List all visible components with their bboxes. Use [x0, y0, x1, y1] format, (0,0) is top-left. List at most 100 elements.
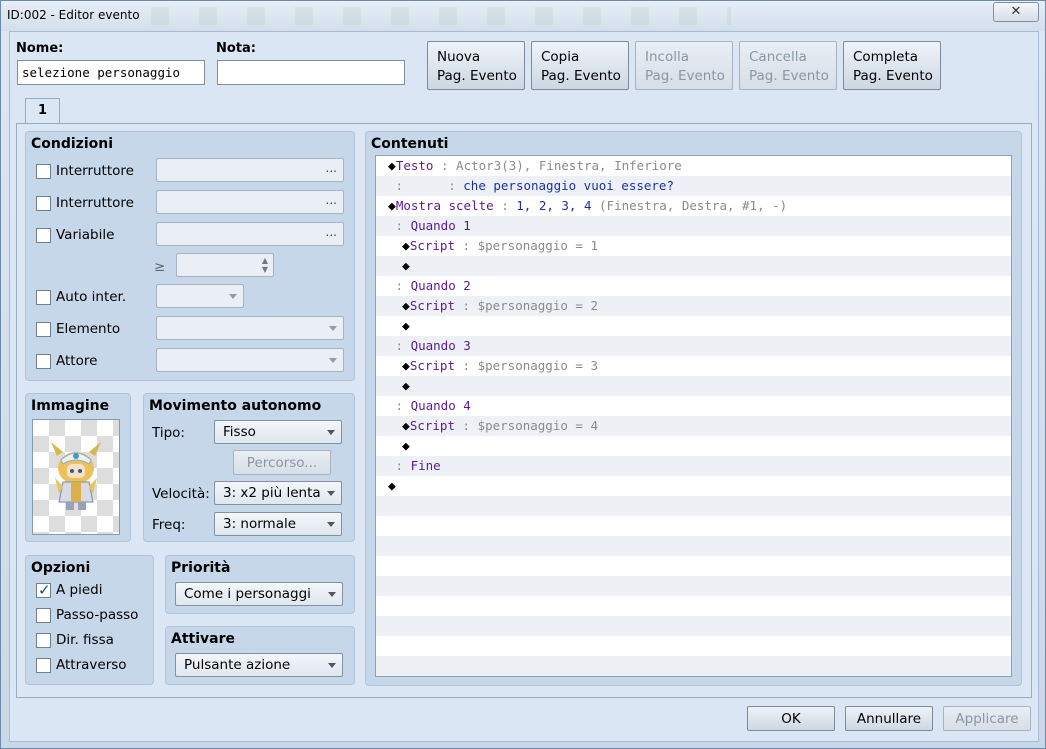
cancel-button[interactable]: Annullare: [845, 706, 933, 731]
switch2-checkbox[interactable]: [36, 196, 51, 211]
command-row[interactable]: ◆Script : $personaggio = 3: [376, 356, 1011, 376]
variable-selector[interactable]: ...: [156, 222, 344, 246]
conditions-group: Condizioni Interruttore ... Interruttore…: [25, 131, 355, 381]
frequency-dropdown[interactable]: 3: normale: [214, 512, 342, 536]
empty-row[interactable]: [376, 596, 1011, 616]
command-row[interactable]: : Fine: [376, 456, 1011, 476]
event-editor-window: ID:002 - Editor evento ✕ Nome: selezione…: [0, 0, 1046, 749]
contents-group: Contenuti ◆Testo : Actor3(3), Finestra, …: [365, 131, 1022, 686]
tab-page-1[interactable]: 1: [25, 98, 60, 124]
command-diamond-icon: ◆: [402, 259, 410, 274]
image-title: Immagine: [31, 398, 110, 414]
paste-page-button[interactable]: Incolla Pag. Evento: [635, 41, 733, 90]
actor-label: Attore: [56, 353, 98, 369]
command-row[interactable]: : Quando 1: [376, 216, 1011, 236]
empty-row[interactable]: [376, 516, 1011, 536]
name-field[interactable]: selezione personaggio: [17, 60, 205, 85]
command-row[interactable]: : Quando 3: [376, 336, 1011, 356]
switch1-selector[interactable]: ...: [156, 158, 344, 182]
command-diamond-icon: ◆: [402, 379, 410, 394]
clear-page-button[interactable]: Completa Pag. Evento: [843, 41, 941, 90]
spinner-up-icon[interactable]: ▲: [262, 256, 268, 265]
command-text: :: [433, 158, 457, 173]
empty-row[interactable]: [376, 496, 1011, 516]
command-diamond-icon: ◆: [402, 419, 410, 434]
switch1-label: Interruttore: [56, 163, 134, 179]
through-checkbox[interactable]: [36, 658, 51, 673]
stepping-label: Passo-passo: [56, 607, 139, 623]
title-bar: ID:002 - Editor evento ✕: [1, 1, 1045, 31]
walking-checkbox[interactable]: [36, 581, 51, 599]
actor-checkbox[interactable]: [36, 354, 51, 369]
apply-button[interactable]: Applicare: [943, 706, 1031, 731]
empty-row[interactable]: [376, 576, 1011, 596]
movement-type-dropdown[interactable]: Fisso: [214, 420, 342, 444]
direction-fix-checkbox[interactable]: [36, 633, 51, 648]
switch2-selector[interactable]: ...: [156, 190, 344, 214]
image-preview[interactable]: [32, 419, 120, 535]
command-text: 1, 2, 3, 4: [516, 198, 592, 213]
command-row[interactable]: ◆: [376, 256, 1011, 276]
command-row[interactable]: ◆Script : $personaggio = 1: [376, 236, 1011, 256]
route-button[interactable]: Percorso...: [233, 450, 331, 475]
variable-label: Variabile: [56, 227, 115, 243]
command-row[interactable]: ◆: [376, 436, 1011, 456]
command-text: Script: [409, 238, 455, 253]
command-row[interactable]: ◆: [376, 316, 1011, 336]
delete-page-button[interactable]: Cancella Pag. Evento: [739, 41, 837, 90]
conditions-title: Condizioni: [31, 136, 114, 152]
command-row[interactable]: ◆Mostra scelte : 1, 2, 3, 4 (Finestra, D…: [376, 196, 1011, 216]
item-dropdown[interactable]: [156, 316, 344, 340]
command-row[interactable]: : Quando 2: [376, 276, 1011, 296]
command-row[interactable]: : : che personaggio vuoi essere?: [376, 176, 1011, 196]
command-text: :: [388, 458, 411, 473]
command-row[interactable]: ◆Script : $personaggio = 4: [376, 416, 1011, 436]
copy-page-label-2: Pag. Evento: [541, 68, 621, 84]
switch1-checkbox[interactable]: [36, 164, 51, 179]
actor-dropdown[interactable]: [156, 348, 344, 372]
item-checkbox[interactable]: [36, 322, 51, 337]
variable-value-spinner[interactable]: ▲ ▼: [176, 253, 274, 277]
paste-page-label-1: Incolla: [645, 49, 689, 65]
command-text: Testo: [395, 158, 434, 173]
empty-row[interactable]: [376, 556, 1011, 576]
command-diamond-icon: ◆: [388, 159, 396, 174]
copy-page-button[interactable]: Copia Pag. Evento: [531, 41, 629, 90]
empty-row[interactable]: [376, 616, 1011, 636]
command-text: :: [454, 358, 478, 373]
command-text: :: [454, 238, 478, 253]
copy-page-label-1: Copia: [541, 49, 580, 65]
spinner-down-icon[interactable]: ▼: [262, 265, 268, 274]
stepping-checkbox[interactable]: [36, 608, 51, 623]
command-row[interactable]: ◆: [376, 476, 1011, 496]
close-button[interactable]: ✕: [993, 2, 1039, 22]
item-label: Elemento: [56, 321, 121, 337]
event-command-list[interactable]: ◆Testo : Actor3(3), Finestra, Inferiore …: [375, 155, 1012, 677]
command-row[interactable]: ◆Testo : Actor3(3), Finestra, Inferiore: [376, 156, 1011, 176]
dialog-body: Nome: selezione personaggio Nota: Nuova …: [9, 31, 1039, 742]
frequency-value: 3: normale: [223, 516, 297, 532]
command-row[interactable]: ◆: [376, 376, 1011, 396]
trigger-dropdown[interactable]: Pulsante azione: [175, 653, 343, 677]
note-field[interactable]: [217, 60, 405, 85]
self-switch-dropdown[interactable]: [156, 284, 244, 308]
autonomous-movement-group: Movimento autonomo Tipo: Fisso Percorso.…: [143, 393, 355, 542]
ok-button[interactable]: OK: [747, 706, 835, 731]
command-diamond-icon: ◆: [402, 319, 410, 334]
variable-checkbox[interactable]: [36, 228, 51, 243]
chevron-down-icon: [327, 491, 335, 496]
new-page-button[interactable]: Nuova Pag. Evento: [427, 41, 525, 90]
delete-page-label-2: Pag. Evento: [749, 68, 829, 84]
empty-row[interactable]: [376, 636, 1011, 656]
command-row[interactable]: ◆Script : $personaggio = 2: [376, 296, 1011, 316]
command-text: Script: [409, 418, 455, 433]
trigger-group: Attivare Pulsante azione: [165, 626, 355, 685]
priority-dropdown[interactable]: Come i personaggi: [175, 582, 343, 606]
self-switch-checkbox[interactable]: [36, 290, 51, 305]
empty-row[interactable]: [376, 536, 1011, 556]
command-row[interactable]: : Quando 4: [376, 396, 1011, 416]
empty-row[interactable]: [376, 656, 1011, 676]
speed-dropdown[interactable]: 3: x2 più lenta: [214, 481, 342, 505]
paste-page-label-2: Pag. Evento: [645, 68, 725, 84]
trigger-title: Attivare: [171, 631, 235, 647]
